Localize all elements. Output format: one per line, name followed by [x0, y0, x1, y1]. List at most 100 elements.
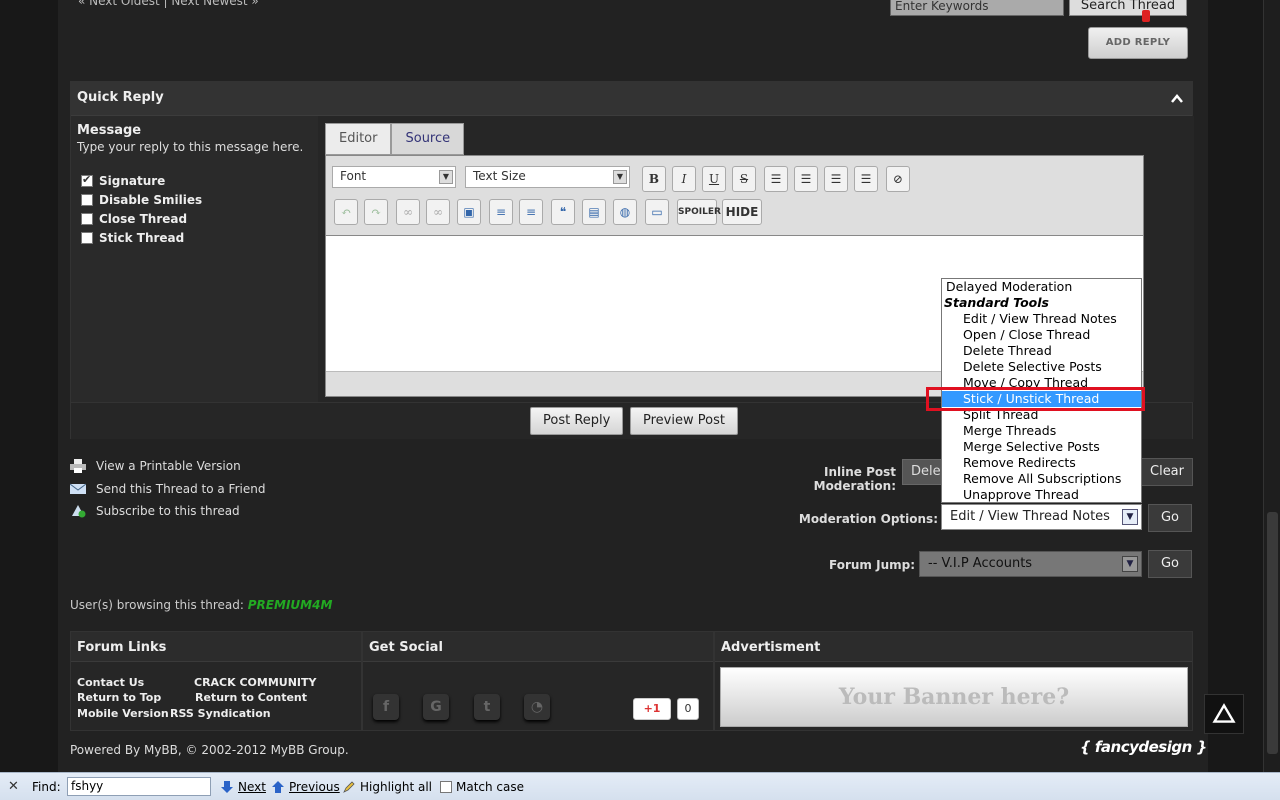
thread-nav-links[interactable]: « Next Oldest | Next Newest » — [78, 0, 259, 8]
find-input[interactable]: fshyy — [67, 777, 211, 796]
dropdown-option[interactable]: Open / Close Thread — [942, 327, 1141, 343]
font-select[interactable]: Font ▼ — [332, 166, 456, 188]
disable-smilies-checkbox[interactable] — [81, 194, 93, 206]
highlight-all-label: Highlight all — [360, 780, 433, 794]
underline-icon[interactable]: U — [702, 166, 726, 192]
link-icon[interactable]: ∞ — [396, 199, 420, 225]
video-icon[interactable]: ▭ — [645, 199, 669, 225]
remove-format-icon[interactable]: ⊘ — [886, 166, 910, 192]
google-icon[interactable]: G — [423, 694, 449, 720]
rss-icon[interactable]: ◔ — [524, 694, 550, 720]
powered-by: Powered By MyBB, © 2002-2012 MyBB Group. — [70, 743, 349, 757]
contact-us-link[interactable]: Contact Us — [77, 676, 144, 689]
advertisement-block: Advertisment Your Banner here? — [714, 631, 1193, 731]
moderation-options-value: Edit / View Thread Notes — [950, 509, 1110, 524]
dropdown-option[interactable]: Delete Selective Posts — [942, 359, 1141, 375]
bullet-list-icon[interactable]: ≡ — [489, 199, 513, 225]
dropdown-option[interactable]: Merge Selective Posts — [942, 439, 1141, 455]
highlight-all-button[interactable]: Highlight all — [342, 780, 432, 794]
social-title: Get Social — [363, 632, 713, 662]
tab-editor[interactable]: Editor — [325, 123, 392, 155]
hide-button[interactable]: HIDE — [722, 199, 762, 225]
forum-links-title: Forum Links — [71, 632, 361, 662]
search-thread-button[interactable]: Search Thread — [1069, 0, 1187, 16]
send-friend-link[interactable]: Send this Thread to a Friend — [96, 482, 265, 496]
return-to-top-link[interactable]: Return to Top — [77, 691, 161, 704]
crack-community-link[interactable]: CRACK COMMUNITY — [194, 676, 317, 689]
return-to-content-link[interactable]: Return to Content — [195, 691, 307, 704]
chevron-down-icon: ▼ — [1122, 509, 1138, 525]
keyword-input[interactable]: Enter Keywords — [890, 0, 1064, 16]
rss-syndication-link[interactable]: RSS Syndication — [170, 707, 271, 720]
dropdown-option[interactable]: Delete Thread — [942, 343, 1141, 359]
align-center-icon[interactable]: ☰ — [794, 166, 818, 192]
browsing-label: User(s) browsing this thread: — [70, 598, 244, 612]
disable-smilies-option[interactable]: Disable Smilies — [81, 193, 202, 207]
match-case-option[interactable]: Match case — [440, 780, 524, 794]
find-next-button[interactable]: Next — [220, 780, 266, 794]
dropdown-option[interactable]: Edit / View Thread Notes — [942, 311, 1141, 327]
dropdown-option[interactable]: Remove Redirects — [942, 455, 1141, 471]
signature-checkbox[interactable] — [81, 173, 93, 187]
moderation-go-button[interactable]: Go — [1148, 504, 1192, 532]
stick-thread-option[interactable]: Stick Thread — [81, 231, 184, 245]
image-icon[interactable]: ▣ — [457, 199, 481, 225]
subscribe-link[interactable]: Subscribe to this thread — [96, 504, 240, 518]
preview-post-button[interactable]: Preview Post — [630, 407, 738, 435]
fancydesign-logo: { fancydesign } — [1080, 738, 1207, 756]
thread-topbar: « Next Oldest | Next Newest » Enter Keyw… — [58, 0, 1208, 22]
align-left-icon[interactable]: ☰ — [764, 166, 788, 192]
editor-tabs: Editor Source — [325, 123, 465, 155]
match-case-checkbox[interactable] — [440, 781, 452, 793]
undo-icon[interactable]: ↶ — [334, 199, 358, 225]
redo-icon[interactable]: ↷ — [364, 199, 388, 225]
php-icon[interactable]: ◍ — [613, 199, 637, 225]
forum-links-block: Forum Links Contact Us CRACK COMMUNITY R… — [70, 631, 362, 731]
strikethrough-icon[interactable]: S — [732, 166, 756, 192]
italic-icon[interactable]: I — [672, 166, 696, 192]
arrow-up-icon — [272, 781, 284, 793]
close-icon[interactable]: ✕ — [8, 779, 19, 794]
spoiler-button[interactable]: SPOILER — [677, 199, 721, 225]
post-reply-button[interactable]: Post Reply — [530, 407, 624, 435]
chevron-down-icon: ▼ — [1122, 556, 1138, 572]
back-to-top-icon[interactable] — [1204, 694, 1244, 734]
find-previous-button[interactable]: Previous — [271, 780, 340, 794]
clear-button[interactable]: Clear — [1141, 458, 1193, 486]
banner-placeholder[interactable]: Your Banner here? — [720, 667, 1188, 727]
dropdown-option[interactable]: Remove All Subscriptions — [942, 471, 1141, 487]
justify-icon[interactable]: ☰ — [854, 166, 878, 192]
align-right-icon[interactable]: ☰ — [824, 166, 848, 192]
code-icon[interactable]: ▤ — [582, 199, 606, 225]
signature-option[interactable]: Signature — [81, 173, 165, 188]
close-thread-checkbox[interactable] — [81, 213, 93, 225]
collapse-icon[interactable] — [1170, 92, 1184, 104]
stick-thread-checkbox[interactable] — [81, 232, 93, 244]
scrollbar-thumb[interactable] — [1267, 512, 1278, 754]
google-plus-one-button[interactable]: +1 — [633, 698, 671, 720]
numbered-list-icon[interactable]: ≡ — [519, 199, 543, 225]
dropdown-option[interactable]: Merge Threads — [942, 423, 1141, 439]
moderation-options-select[interactable]: Edit / View Thread Notes ▼ — [941, 504, 1142, 530]
dropdown-option[interactable]: Unapprove Thread — [942, 487, 1141, 502]
forum-jump-go-button[interactable]: Go — [1148, 550, 1192, 578]
printable-version-link[interactable]: View a Printable Version — [96, 459, 241, 473]
dropdown-option[interactable]: Delayed Moderation — [942, 279, 1141, 295]
unlink-icon[interactable]: ∞ — [426, 199, 450, 225]
vertical-scrollbar[interactable] — [1263, 0, 1280, 772]
mobile-version-link[interactable]: Mobile Version — [77, 707, 169, 720]
browsing-users: User(s) browsing this thread: PREMIUM4M — [70, 598, 332, 612]
text-size-select-value: Text Size — [473, 169, 526, 183]
browsing-username[interactable]: PREMIUM4M — [248, 598, 333, 612]
facebook-icon[interactable]: f — [373, 694, 399, 720]
quote-icon[interactable]: ❝ — [551, 199, 575, 225]
forum-jump-select[interactable]: -- V.I.P Accounts ▼ — [919, 551, 1142, 577]
message-label: Message — [77, 123, 142, 138]
tab-source[interactable]: Source — [391, 123, 465, 155]
find-label: Find: — [32, 780, 61, 794]
twitter-icon[interactable]: t — [474, 694, 500, 720]
close-thread-option[interactable]: Close Thread — [81, 212, 187, 226]
bold-icon[interactable]: B — [642, 166, 666, 192]
add-reply-button[interactable]: ADD REPLY — [1088, 27, 1188, 59]
text-size-select[interactable]: Text Size ▼ — [465, 166, 630, 188]
